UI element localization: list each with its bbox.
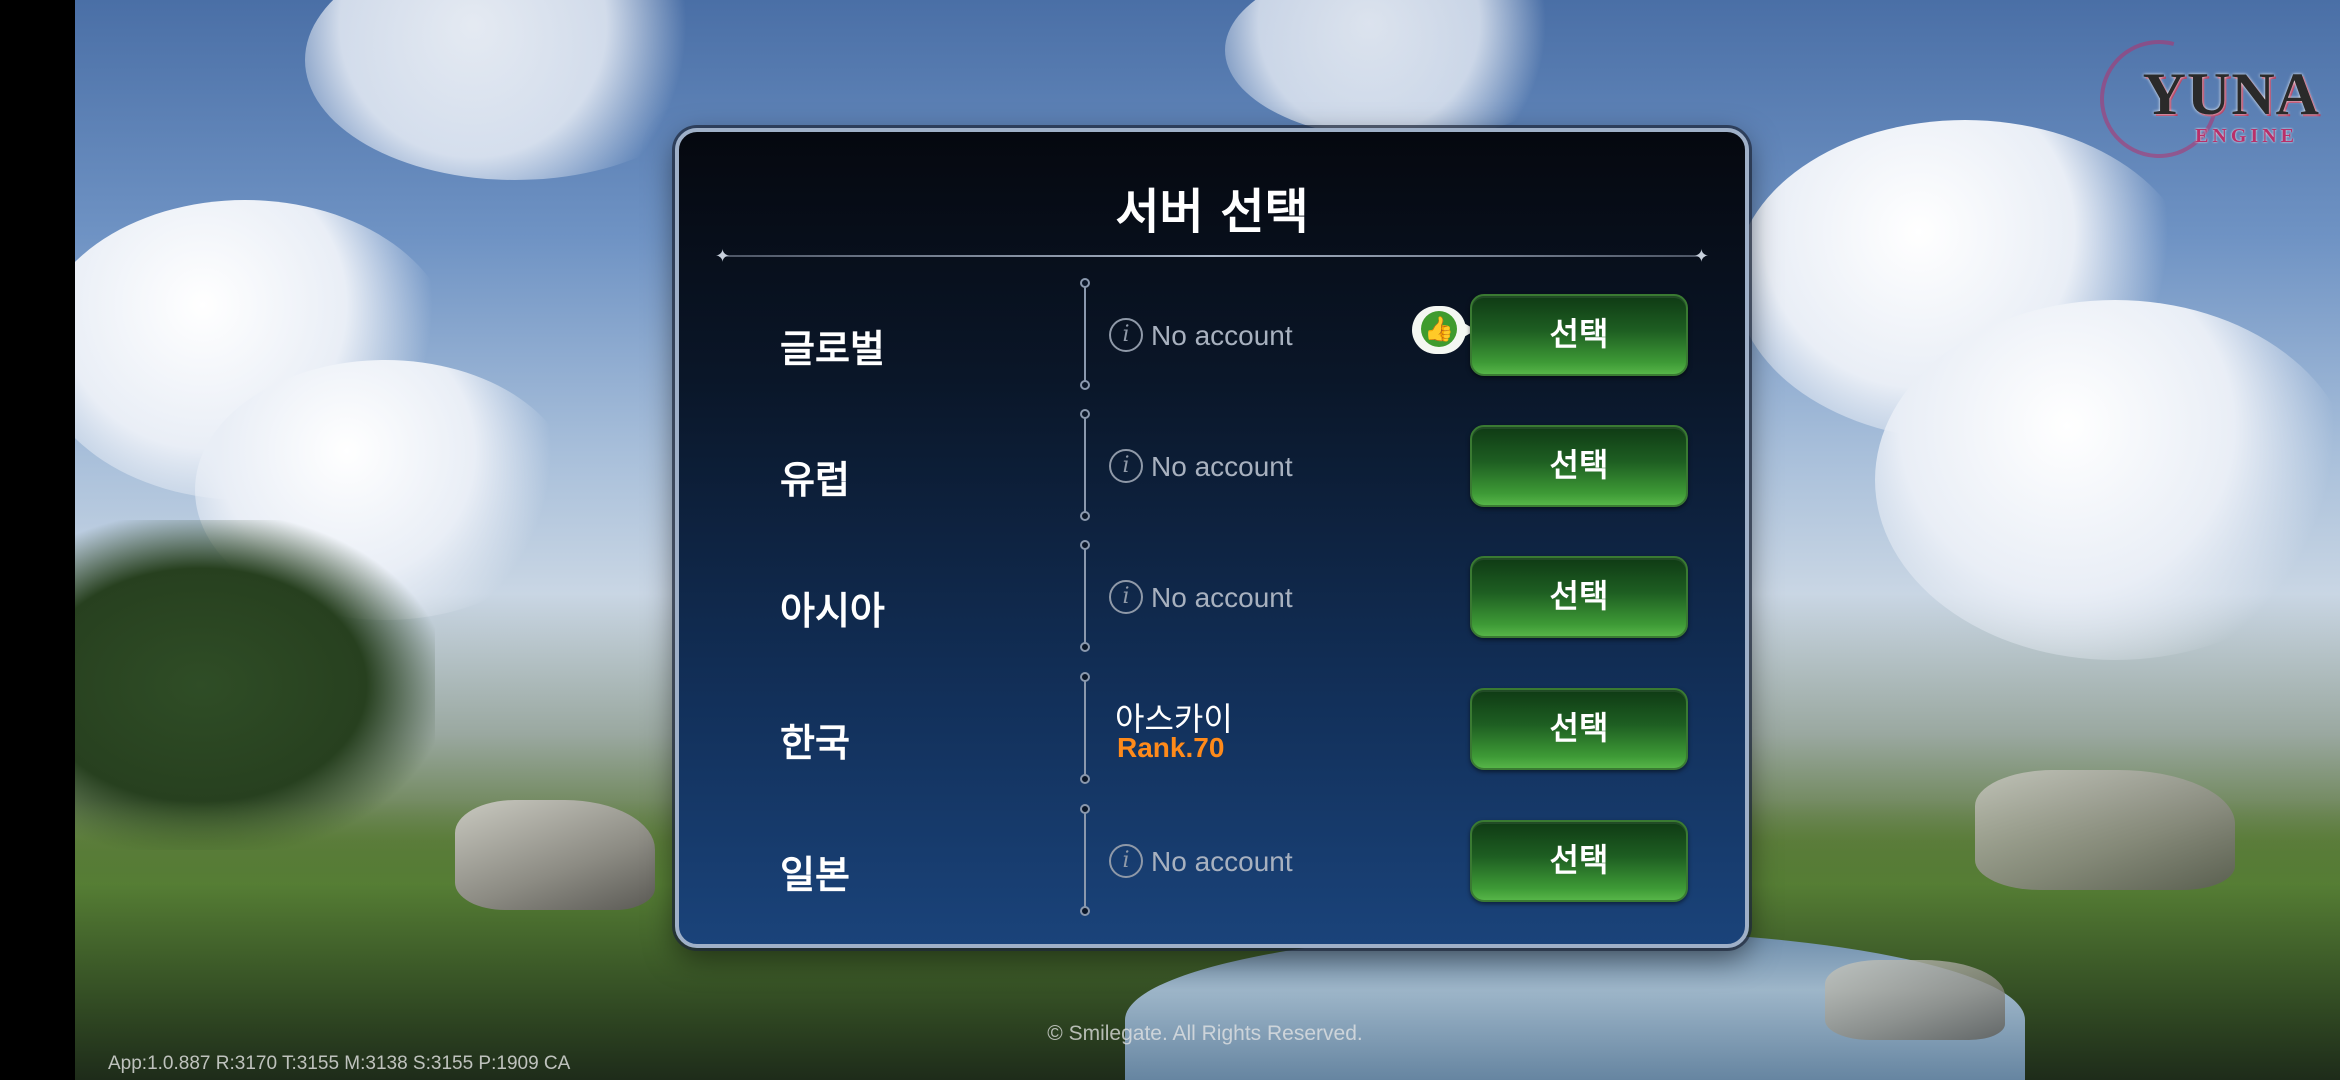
thumbs-up-icon: 👍 (1421, 311, 1457, 347)
row-divider (1080, 278, 1090, 390)
recommended-badge: 👍 (1412, 306, 1476, 354)
account-status: No account (1151, 582, 1293, 613)
server-row-europe: 유럽 i No account 선택 (679, 409, 1745, 559)
title-divider: ✦ ✦ (715, 246, 1709, 267)
logo-title: YUNA (2142, 61, 2320, 127)
info-icon: i (1109, 580, 1143, 614)
cloud (305, 0, 725, 180)
account-status: No account (1151, 451, 1293, 482)
version-info: App:1.0.887 R:3170 T:3155 M:3138 S:3155 … (108, 1053, 571, 1074)
left-black-bar (0, 0, 75, 1080)
select-button-korea[interactable]: 선택 (1470, 688, 1688, 770)
region-label: 한국 (780, 721, 850, 765)
server-select-panel: 서버 선택 ✦ ✦ 글로벌 i No account 👍 선택 유럽 i No … (675, 128, 1749, 948)
region-label: 유럽 (780, 458, 850, 502)
select-button-europe[interactable]: 선택 (1470, 425, 1688, 507)
select-button-japan[interactable]: 선택 (1470, 820, 1688, 902)
region-label: 아시아 (780, 589, 885, 633)
row-divider (1080, 409, 1090, 521)
server-row-korea: 한국 아스카이 Rank.70 선택 (679, 672, 1745, 822)
select-button-global[interactable]: 선택 (1470, 294, 1688, 376)
sparkle-icon: ✦ (1693, 246, 1709, 267)
region-label: 일본 (780, 853, 850, 897)
rock (455, 800, 655, 910)
panel-title: 서버 선택 (1115, 184, 1309, 240)
rock (1975, 770, 2235, 890)
info-icon: i (1109, 449, 1143, 483)
server-row-asia: 아시아 i No account 선택 (679, 540, 1745, 690)
select-button-asia[interactable]: 선택 (1470, 556, 1688, 638)
cloud (1875, 300, 2340, 660)
row-divider (1080, 804, 1090, 916)
info-icon: i (1109, 318, 1143, 352)
region-label: 글로벌 (780, 327, 885, 371)
row-divider (1080, 540, 1090, 652)
logo-subtitle: ENGINE (2195, 125, 2298, 147)
info-icon: i (1109, 844, 1143, 878)
server-row-japan: 일본 i No account 선택 (679, 804, 1745, 954)
row-divider (1080, 672, 1090, 784)
yuna-engine-logo: YUNA ENGINE (2078, 18, 2320, 180)
cloud (1225, 0, 1585, 140)
account-status: No account (1151, 320, 1293, 351)
sparkle-icon: ✦ (715, 246, 731, 267)
server-row-global: 글로벌 i No account 👍 선택 (679, 278, 1745, 428)
copyright-text: © Smilegate. All Rights Reserved. (1047, 1022, 1363, 1045)
character-rank: Rank.70 (1117, 732, 1225, 763)
account-status: No account (1151, 846, 1293, 877)
